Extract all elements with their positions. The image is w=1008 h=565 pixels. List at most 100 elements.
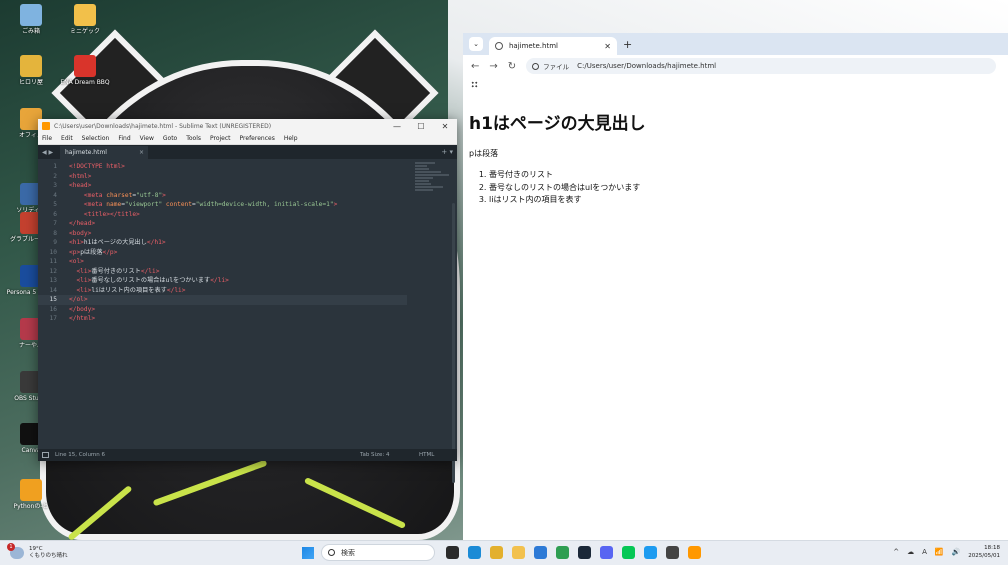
onedrive-icon[interactable]: ☁ — [907, 548, 914, 556]
weather-widget[interactable]: 1 19°C くもりのち晴れ — [7, 543, 68, 560]
forward-icon[interactable]: → — [489, 61, 497, 72]
menu-view[interactable]: View — [140, 135, 154, 142]
desktop-icon[interactable]: ごみ箱 — [4, 4, 58, 35]
twitter-icon[interactable] — [644, 546, 657, 559]
app-icon — [74, 4, 96, 26]
wifi-icon[interactable]: 📶 — [935, 548, 944, 556]
chrome-icon[interactable] — [490, 546, 503, 559]
taskbar-search[interactable]: 検索 — [321, 544, 435, 561]
desktop-icon[interactable]: ヒロリ屋 — [4, 55, 58, 86]
code-line: </head> — [69, 220, 96, 227]
file-chip[interactable]: ファイル — [543, 61, 569, 71]
list-item: 番号付きのリスト — [489, 169, 1002, 182]
sublime-icon[interactable] — [688, 546, 701, 559]
editor-scrollbar[interactable] — [452, 203, 455, 483]
line-number: 3 — [53, 182, 57, 189]
search-icon — [328, 549, 335, 556]
back-icon[interactable]: ← — [471, 61, 479, 72]
line-number: 16 — [49, 305, 57, 313]
desktop-icon[interactable]: ミニゲック — [58, 4, 112, 35]
chrome-tab-strip: ⌄ hajimete.html ✕ + — [463, 33, 1008, 55]
tab-size[interactable]: Tab Size: 4 — [360, 452, 389, 458]
store-icon[interactable] — [534, 546, 547, 559]
line-number: 8 — [53, 229, 57, 237]
page-content: h1はページの大見出し pは段落 番号付きのリスト 番号なしのリストの場合はul… — [463, 91, 1008, 225]
line-icon[interactable] — [622, 546, 635, 559]
line-number: 6 — [53, 210, 57, 218]
media-icon[interactable] — [666, 546, 679, 559]
page-ordered-list: 番号付きのリスト 番号なしのリストの場合はulをつかいます liはリスト内の項目… — [469, 169, 1002, 207]
desktop-icon[interactable]: ENA Dream BBQ — [58, 55, 112, 86]
tab-label: hajimete.html — [65, 149, 107, 156]
tray-overflow-icon[interactable]: ^ — [893, 548, 899, 556]
syntax-mode[interactable]: HTML — [419, 452, 434, 458]
page-paragraph: pは段落 — [469, 149, 499, 158]
edge-icon[interactable] — [468, 546, 481, 559]
chrome-toolbar: ← → ↻ ファイル C:/Users/user/Downloads/hajim… — [463, 55, 1008, 77]
new-tab-button[interactable]: + — [623, 38, 632, 51]
close-button[interactable]: ✕ — [433, 122, 457, 131]
menu-goto[interactable]: Goto — [163, 135, 177, 142]
desktop-icon[interactable]: Pythonの-と — [4, 479, 58, 510]
menu-edit[interactable]: Edit — [61, 135, 73, 142]
sublime-status-bar: Line 15, Column 6 Tab Size: 4 HTML — [38, 449, 457, 461]
chrome-tab-hajimete[interactable]: hajimete.html ✕ — [489, 37, 617, 55]
tab-hajimete-html[interactable]: hajimete.html × — [60, 146, 148, 159]
play-icon[interactable] — [556, 546, 569, 559]
code-line: <h1>h1はページの大見出し</h1> — [69, 239, 166, 246]
bookmarks-bar — [463, 77, 1008, 91]
chrome-tab-close-icon[interactable]: ✕ — [604, 42, 611, 51]
address-bar[interactable]: ファイル C:/Users/user/Downloads/hajimete.ht… — [526, 58, 997, 74]
menu-project[interactable]: Project — [210, 135, 231, 142]
apps-grid-icon[interactable] — [471, 80, 478, 88]
line-number: 1 — [53, 163, 57, 170]
code-line: </body> — [69, 305, 96, 313]
panel-toggle-icon[interactable] — [42, 452, 49, 458]
code-line: <meta charset="utf-8"> — [83, 191, 166, 199]
address-text[interactable]: C:/Users/user/Downloads/hajimete.html — [577, 62, 716, 70]
sublime-window[interactable]: C:\Users\user\Downloads\hajimete.html - … — [38, 119, 457, 483]
volume-icon[interactable]: 🔊 — [952, 548, 961, 556]
menu-file[interactable]: File — [42, 135, 52, 142]
minimize-button[interactable]: — — [385, 122, 409, 131]
cursor-position: Line 15, Column 6 — [55, 452, 106, 458]
maximize-button[interactable]: ☐ — [409, 122, 433, 131]
weather-desc: くもりのち晴れ — [29, 553, 68, 559]
explorer-icon[interactable] — [512, 546, 525, 559]
discord-icon[interactable] — [600, 546, 613, 559]
tab-search-dropdown-icon[interactable]: ⌄ — [469, 37, 483, 51]
minimap[interactable] — [415, 162, 451, 202]
code-line: <li>番号付きのリスト</li> — [76, 267, 160, 275]
desktop-icon-label: ヒロリ屋 — [18, 79, 43, 86]
task-view-icon[interactable] — [446, 546, 459, 559]
app-icon — [20, 479, 42, 501]
clock[interactable]: 18:18 2025/05/01 — [968, 544, 1000, 560]
desktop-icon-label: Pythonの-と — [13, 503, 49, 510]
sublime-title-bar[interactable]: C:\Users\user\Downloads\hajimete.html - … — [38, 119, 457, 133]
tab-close-icon[interactable]: × — [139, 149, 144, 156]
clock-date: 2025/05/01 — [968, 553, 1000, 559]
line-number-gutter: 1 2 3 4 5 6 7 8 9 10 11 12 13 14 15 16 17 — [38, 162, 60, 324]
ime-icon[interactable]: A — [922, 548, 927, 556]
menu-tools[interactable]: Tools — [186, 135, 201, 142]
menu-find[interactable]: Find — [118, 135, 130, 142]
code-line: </html> — [69, 315, 96, 322]
taskbar: 1 19°C くもりのち晴れ 検索 ^ ☁ A 📶 🔊 18:18 2025/0… — [0, 540, 1008, 565]
globe-icon — [495, 42, 503, 50]
reload-icon[interactable]: ↻ — [508, 61, 516, 72]
menu-selection[interactable]: Selection — [82, 135, 110, 142]
notification-badge: 1 — [7, 543, 15, 551]
menu-preferences[interactable]: Preferences — [240, 135, 275, 142]
cloud-icon: 1 — [7, 543, 24, 559]
menu-help[interactable]: Help — [284, 135, 298, 142]
info-icon[interactable] — [532, 62, 540, 70]
tab-bar-actions[interactable]: + ▾ — [441, 148, 457, 159]
chrome-window[interactable]: ⌄ hajimete.html ✕ + ← → ↻ ファイル C:/Users/… — [463, 33, 1008, 540]
page-heading: h1はページの大見出し — [469, 114, 646, 134]
steam-icon[interactable] — [578, 546, 591, 559]
tab-nav-arrows-icon[interactable]: ◀ ▶ — [38, 149, 60, 159]
code-editor[interactable]: 1 2 3 4 5 6 7 8 9 10 11 12 13 14 15 16 17 <!DOCTYPE html… — [38, 159, 457, 483]
code-line: <p>pは段落</p> — [69, 248, 118, 256]
code-area[interactable]: <!DOCTYPE html> <html> <head> <meta char… — [60, 162, 407, 324]
start-button[interactable] — [302, 546, 314, 559]
